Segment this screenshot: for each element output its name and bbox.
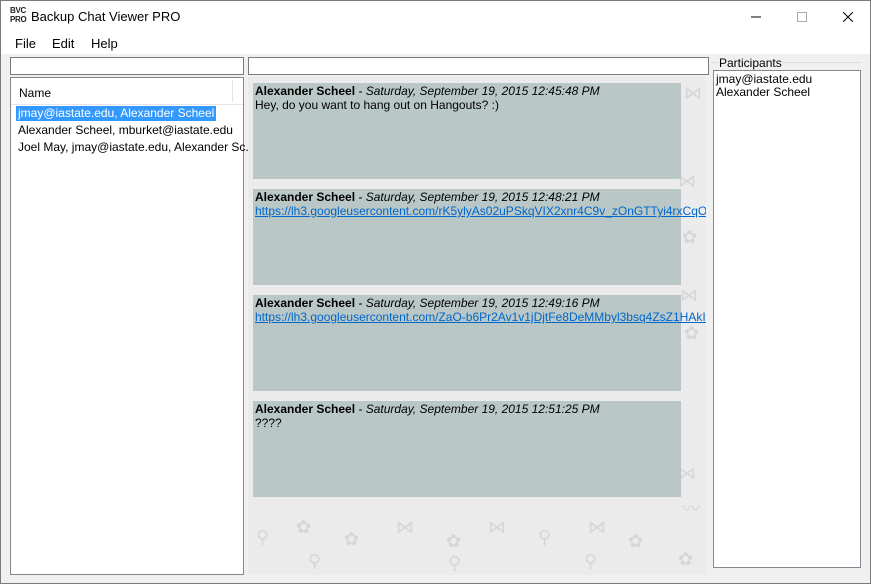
conversation-search-input[interactable] — [10, 57, 244, 75]
title-bar[interactable]: BVC PRO Backup Chat Viewer PRO — [1, 1, 870, 32]
chat-message: Alexander Scheel - Saturday, September 1… — [253, 295, 706, 391]
list-header-name[interactable]: Name — [11, 78, 243, 105]
app-window: BVC PRO Backup Chat Viewer PRO File Edit… — [0, 0, 871, 584]
message-link[interactable]: https://lh3.googleusercontent.com/rK5yly… — [255, 204, 706, 218]
message-author: Alexander Scheel — [255, 402, 356, 416]
menu-help[interactable]: Help — [91, 36, 118, 51]
logo-line-2: PRO — [10, 15, 27, 24]
maximize-icon — [797, 11, 807, 22]
doodle-bike-icon: ⚲ — [308, 551, 322, 571]
menu-bar: File Edit Help — [1, 32, 870, 54]
menu-file[interactable]: File — [15, 36, 36, 51]
conversation-list[interactable]: Name jmay@iastate.edu, Alexander Scheel … — [10, 77, 255, 575]
doodle-bow-icon: ⋈ — [396, 517, 414, 537]
menu-edit[interactable]: Edit — [52, 36, 74, 51]
doodle-leaf-icon: ✿ — [296, 517, 312, 537]
conversation-item[interactable]: Joel May, jmay@iastate.edu, Alexander Sc… — [16, 140, 257, 155]
doodle-leaf-icon: ✿ — [446, 531, 462, 551]
chat-view[interactable]: ⋈ ⋈ ✿ ⋈ ✿ ⋈ 〰 ⚲ ✿ ✿ ⋈ ✿ ⋈ ⚲ ⋈ ✿ ⚲ ⚲ ⚲ ✿ … — [248, 77, 706, 575]
window-title: Backup Chat Viewer PRO — [31, 9, 181, 24]
logo-line-1: BVC — [10, 6, 26, 15]
minimize-button[interactable] — [733, 1, 779, 32]
message-author: Alexander Scheel — [255, 296, 356, 310]
doodle-bike-icon: ⚲ — [256, 527, 270, 547]
message-timestamp: - Saturday, September 19, 2015 12:49:16 … — [355, 296, 600, 310]
doodle-bow-icon: ⋈ — [588, 517, 606, 537]
chat-search-input[interactable] — [248, 57, 709, 75]
message-timestamp: - Saturday, September 19, 2015 12:51:25 … — [355, 402, 600, 416]
doodle-bike-icon: ⚲ — [448, 553, 462, 573]
message-header: Alexander Scheel - Saturday, September 1… — [255, 402, 600, 416]
participant-item[interactable]: jmay@iastate.edu — [716, 72, 812, 86]
minimize-icon — [751, 16, 761, 17]
list-header-label: Name — [19, 86, 52, 100]
close-icon — [843, 11, 853, 22]
doodle-mustache-icon: 〰 — [682, 499, 700, 519]
doodle-leaf-icon: ✿ — [684, 323, 700, 343]
conversation-item[interactable]: Alexander Scheel, mburket@iastate.edu — [16, 123, 235, 138]
message-header: Alexander Scheel - Saturday, September 1… — [255, 190, 600, 204]
chat-message: Alexander Scheel - Saturday, September 1… — [253, 189, 706, 285]
participants-label: Participants — [718, 56, 783, 70]
column-separator[interactable] — [232, 80, 233, 102]
message-text: Hey, do you want to hang out on Hangouts… — [255, 98, 499, 112]
close-button[interactable] — [825, 1, 870, 32]
message-link[interactable]: https://lh3.googleusercontent.com/ZaO-b6… — [255, 310, 706, 324]
doodle-leaf-icon: ✿ — [628, 531, 644, 551]
doodle-bow-icon: ⋈ — [680, 285, 698, 305]
participant-item[interactable]: Alexander Scheel — [716, 85, 810, 99]
message-author: Alexander Scheel — [255, 190, 356, 204]
doodle-bow-icon: ⋈ — [684, 83, 702, 103]
message-author: Alexander Scheel — [255, 84, 356, 98]
doodle-bike-icon: ⚲ — [584, 551, 598, 571]
message-header: Alexander Scheel - Saturday, September 1… — [255, 296, 600, 310]
doodle-leaf-icon: ✿ — [682, 227, 698, 247]
maximize-button[interactable] — [779, 1, 825, 32]
message-timestamp: - Saturday, September 19, 2015 12:45:48 … — [355, 84, 600, 98]
doodle-leaf-icon: ✿ — [678, 549, 694, 569]
participants-list[interactable]: jmay@iastate.edu Alexander Scheel — [713, 70, 861, 568]
message-header: Alexander Scheel - Saturday, September 1… — [255, 84, 600, 98]
message-text: ???? — [255, 416, 282, 430]
message-timestamp: - Saturday, September 19, 2015 12:48:21 … — [355, 190, 600, 204]
doodle-bow-icon: ⋈ — [488, 517, 506, 537]
chat-message: Alexander Scheel - Saturday, September 1… — [253, 401, 681, 497]
doodle-leaf-icon: ✿ — [344, 529, 360, 549]
app-logo-icon: BVC PRO — [10, 6, 28, 26]
participants-group: Participants jmay@iastate.edu Alexander … — [711, 55, 863, 577]
doodle-bike-icon: ⚲ — [538, 527, 552, 547]
chat-message: Alexander Scheel - Saturday, September 1… — [253, 83, 681, 179]
conversation-item[interactable]: jmay@iastate.edu, Alexander Scheel — [16, 106, 217, 121]
